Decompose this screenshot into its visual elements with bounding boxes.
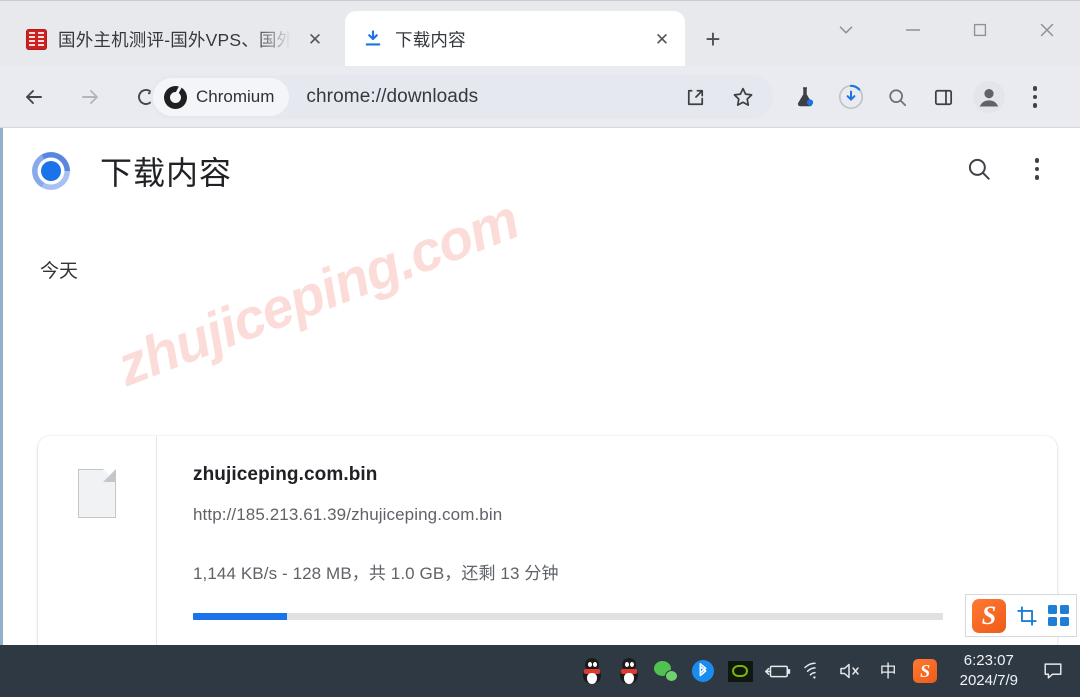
- download-progress-bar: [193, 613, 943, 620]
- share-icon[interactable]: [672, 75, 718, 119]
- toolbar-right-buttons: [782, 75, 1058, 119]
- page-title: 下载内容: [100, 155, 233, 191]
- close-button[interactable]: [1013, 1, 1080, 59]
- nvidia-icon[interactable]: [722, 645, 759, 697]
- tab-search-chevron-icon[interactable]: [812, 1, 879, 59]
- system-tray: 中 S 6:23:07 2024/7/9: [574, 645, 1080, 697]
- tab-close-button[interactable]: ✕: [649, 26, 675, 52]
- browser-toolbar: Chromium chrome://downloads: [0, 66, 1080, 128]
- star-icon[interactable]: [720, 75, 766, 119]
- taskbar-clock[interactable]: 6:23:07 2024/7/9: [944, 651, 1032, 692]
- app-grid-icon[interactable]: [1048, 605, 1069, 626]
- red-site-favicon: [25, 28, 47, 50]
- address-bar-url: chrome://downloads: [306, 86, 479, 107]
- download-progress-icon[interactable]: [828, 75, 874, 119]
- downloads-page-header: 下载内容: [32, 148, 232, 194]
- generic-file-icon: [78, 469, 116, 518]
- downloads-page: 下载内容 今天 zhujiceping.com zhujiceping.com.…: [0, 128, 1080, 645]
- download-status-text: 1,144 KB/s - 128 MB，共 1.0 GB，还剩 13 分钟: [193, 564, 559, 583]
- download-filename[interactable]: zhujiceping.com.bin: [193, 464, 1057, 486]
- battery-charging-icon[interactable]: [759, 645, 796, 697]
- chromium-chip-label: Chromium: [196, 87, 275, 106]
- omnibox-actions: [672, 75, 766, 119]
- profile-avatar-icon[interactable]: [966, 75, 1012, 119]
- download-source-url[interactable]: http://185.213.61.39/zhujiceping.com.bin: [193, 505, 1057, 525]
- page-left-edge: [0, 128, 3, 645]
- chromium-chip-icon: [164, 85, 187, 109]
- flask-icon[interactable]: [782, 75, 828, 119]
- clock-time: 6:23:07: [963, 651, 1014, 669]
- clock-date: 2024/7/9: [959, 672, 1018, 689]
- three-dot-menu-icon[interactable]: [1012, 75, 1058, 119]
- wechat-icon[interactable]: [648, 645, 685, 697]
- volume-muted-icon[interactable]: [833, 645, 870, 697]
- side-panel-icon[interactable]: [920, 75, 966, 119]
- download-item-card[interactable]: zhujiceping.com.bin http://185.213.61.39…: [38, 436, 1057, 645]
- search-icon[interactable]: [962, 152, 996, 186]
- search-icon[interactable]: [874, 75, 920, 119]
- three-dot-menu-icon[interactable]: [1020, 152, 1054, 186]
- back-arrow-icon[interactable]: [12, 75, 56, 119]
- download-file-icon-column: [38, 436, 157, 645]
- tab-close-button[interactable]: ✕: [302, 26, 328, 52]
- site-watermark: zhujiceping.com: [108, 187, 527, 398]
- minimize-button[interactable]: [879, 1, 946, 59]
- window-controls: [812, 1, 1080, 59]
- download-progress-fill: [193, 613, 287, 620]
- screen: 国外主机测评-国外VPS、国外 ✕ 下载内容 ✕ + Chromium chro…: [0, 0, 1080, 697]
- bluetooth-icon[interactable]: [685, 645, 722, 697]
- section-heading-today: 今天: [40, 261, 79, 282]
- notification-bubble-icon[interactable]: [1032, 645, 1074, 697]
- sogou-input-toolbar[interactable]: S: [965, 594, 1077, 637]
- tab-title: 下载内容: [395, 29, 466, 50]
- download-icon: [362, 28, 384, 50]
- downloads-header-actions: [962, 152, 1054, 186]
- ime-language-icon[interactable]: 中: [870, 645, 907, 697]
- sogou-logo-icon[interactable]: S: [972, 598, 1006, 633]
- tab-title: 国外主机测评-国外VPS、国外: [58, 29, 291, 50]
- download-item-body: zhujiceping.com.bin http://185.213.61.39…: [157, 436, 1057, 645]
- tab-site[interactable]: 国外主机测评-国外VPS、国外 ✕: [8, 11, 338, 67]
- maximize-button[interactable]: [946, 1, 1013, 59]
- new-tab-button[interactable]: +: [697, 23, 729, 55]
- forward-arrow-icon[interactable]: [68, 75, 112, 119]
- browser-window: 国外主机测评-国外VPS、国外 ✕ 下载内容 ✕ + Chromium chro…: [0, 0, 1080, 645]
- chromium-logo-icon: [32, 152, 70, 190]
- qq-icon-2[interactable]: [611, 645, 648, 697]
- windows-taskbar: 中 S 6:23:07 2024/7/9: [0, 645, 1080, 697]
- wifi-icon[interactable]: [796, 645, 833, 697]
- sogou-input-icon[interactable]: S: [907, 645, 944, 697]
- tab-downloads[interactable]: 下载内容 ✕: [345, 11, 685, 67]
- qq-icon-1[interactable]: [574, 645, 611, 697]
- chromium-chip[interactable]: Chromium: [153, 78, 290, 116]
- crop-screenshot-icon[interactable]: [1016, 605, 1038, 627]
- tab-strip: 国外主机测评-国外VPS、国外 ✕ 下载内容 ✕ +: [0, 0, 1080, 67]
